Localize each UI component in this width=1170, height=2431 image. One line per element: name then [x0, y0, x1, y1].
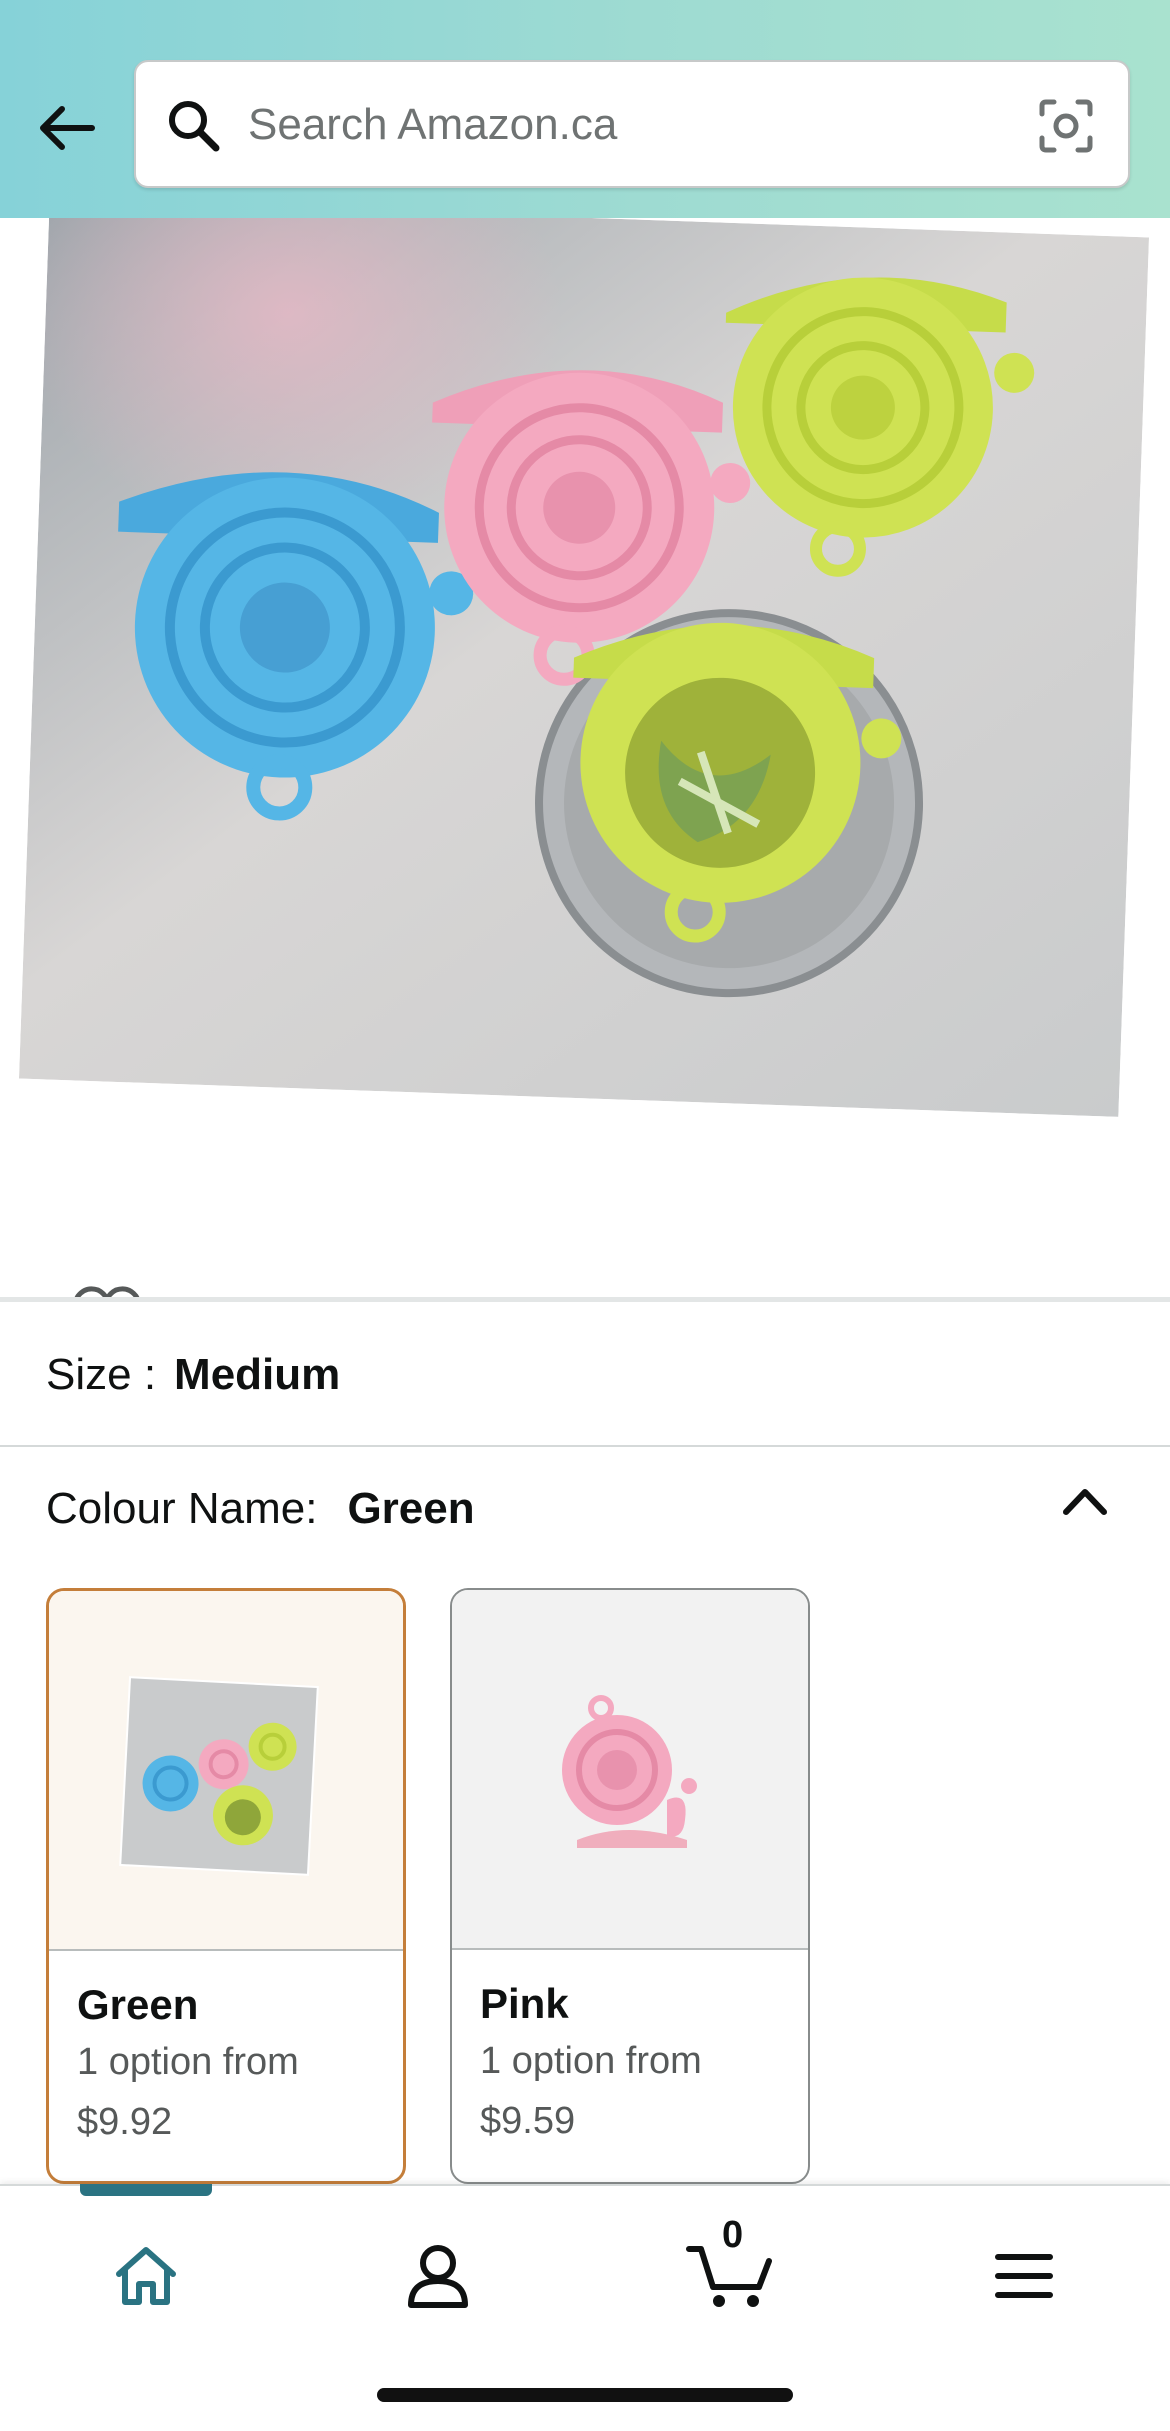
swatch-name: Pink — [480, 1980, 569, 2027]
back-button[interactable] — [30, 95, 102, 161]
section-divider — [0, 1297, 1170, 1302]
cart-count-badge: 0 — [722, 2214, 744, 2256]
home-indicator — [377, 2388, 793, 2402]
tab-account[interactable] — [378, 2226, 498, 2326]
swatch-name: Green — [77, 1981, 199, 2028]
account-icon — [408, 2245, 468, 2308]
size-label: Size : — [46, 1350, 157, 1399]
colour-value: Green — [347, 1484, 475, 1533]
swatch-image-pink — [562, 1695, 697, 1848]
colour-swatch-green[interactable]: Green 1 option from $9.92 — [46, 1588, 406, 2184]
product-image-gallery[interactable] — [0, 218, 1170, 1298]
swatch-image-green — [119, 1676, 319, 1876]
product-photo-illustration — [18, 218, 1150, 1117]
search-placeholder: Search Amazon.ca — [248, 100, 618, 149]
search-icon — [169, 101, 220, 152]
active-tab-indicator — [80, 2184, 212, 2196]
swatch-price: $9.59 — [480, 2100, 576, 2142]
swatch-options: 1 option from — [480, 2040, 702, 2082]
size-selector[interactable]: Size : Medium — [46, 1350, 340, 1400]
tab-menu[interactable] — [964, 2226, 1084, 2326]
swatch-price: $9.92 — [77, 2101, 173, 2143]
menu-icon — [995, 2254, 1053, 2298]
colour-label: Colour Name: — [46, 1484, 318, 1533]
colour-selector-header[interactable]: Colour Name: Green — [46, 1484, 475, 1534]
back-arrow-icon — [40, 106, 95, 150]
search-input[interactable]: Search Amazon.ca — [134, 60, 1130, 188]
divider — [0, 1445, 1170, 1447]
camera-search-icon[interactable] — [1036, 96, 1096, 156]
colour-swatch-pink[interactable]: Pink 1 option from $9.59 — [450, 1588, 810, 2184]
size-value: Medium — [174, 1350, 341, 1399]
swatch-options: 1 option from — [77, 2041, 299, 2083]
swatch-thumbnail — [49, 1591, 403, 1951]
product-image[interactable] — [18, 218, 1150, 1117]
wishlist-button[interactable] — [42, 1258, 172, 1298]
header: Search Amazon.ca — [0, 0, 1170, 218]
tab-home[interactable] — [86, 2226, 206, 2326]
swatch-thumbnail — [452, 1590, 808, 1950]
home-icon — [116, 2247, 176, 2305]
heart-icon — [74, 1286, 140, 1298]
chevron-up-icon[interactable] — [1060, 1480, 1110, 1520]
